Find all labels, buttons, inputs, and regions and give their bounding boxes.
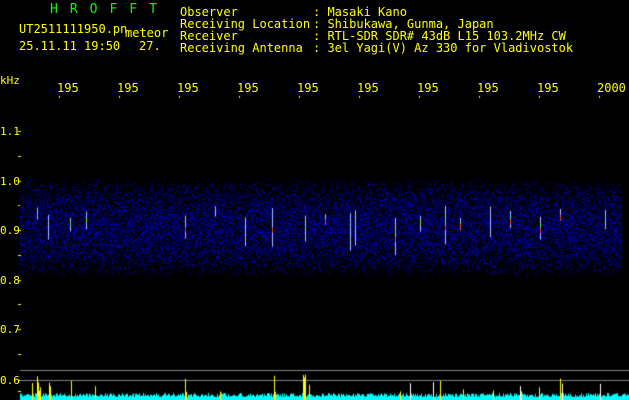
file-name: UT2511111950.pn bbox=[19, 22, 128, 36]
x-tick: 195 bbox=[297, 81, 319, 95]
y-tick: 0.9 bbox=[0, 224, 20, 237]
x-tick: 195 bbox=[57, 81, 79, 95]
count: 27. bbox=[139, 39, 161, 53]
y-tick: 0.7 bbox=[0, 323, 20, 336]
x-tick: 195 bbox=[477, 81, 499, 95]
spectrogram bbox=[0, 0, 629, 400]
x-tick: 195 bbox=[417, 81, 439, 95]
x-tick: 195 bbox=[237, 81, 259, 95]
info-label: Receiving Antenna bbox=[180, 41, 303, 55]
y-unit: kHz bbox=[0, 74, 20, 87]
app-title: HROFFT bbox=[50, 2, 169, 17]
mode-label: meteor bbox=[125, 26, 169, 40]
x-tick: 2000 bbox=[597, 81, 626, 95]
datetime: 25.11.11 19:50 bbox=[19, 39, 121, 53]
x-tick: 195 bbox=[177, 81, 199, 95]
x-tick: 195 bbox=[357, 81, 379, 95]
y-tick: 1.1 bbox=[0, 125, 20, 138]
hrofft-window: HROFFT UT2511111950.pn meteor 25.11.11 1… bbox=[0, 0, 629, 400]
x-tick: 195 bbox=[537, 81, 559, 95]
info-value: : 3el Yagi(V) Az 330 for Vladivostok bbox=[313, 41, 574, 55]
y-tick: 1.0 bbox=[0, 175, 20, 188]
y-tick: 0.8 bbox=[0, 274, 20, 287]
x-tick: 195 bbox=[117, 81, 139, 95]
y-tick: 0.6 bbox=[0, 374, 20, 387]
